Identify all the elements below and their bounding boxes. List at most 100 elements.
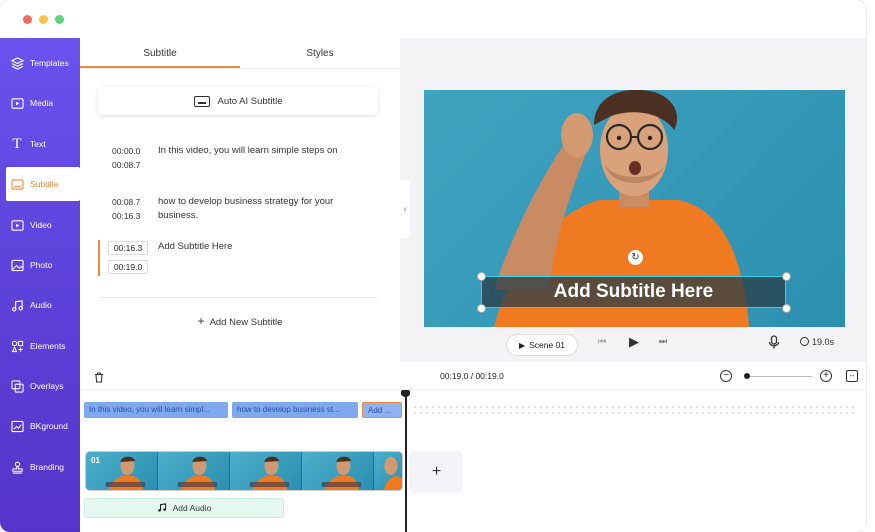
subtitle-clip-3-selected[interactable]: Add ... bbox=[362, 402, 402, 418]
resize-handle[interactable] bbox=[477, 304, 486, 313]
sidebar-item-overlays[interactable]: Overlays bbox=[0, 369, 80, 403]
plus-icon: + bbox=[431, 463, 442, 480]
clip-label: how to develop business st... bbox=[237, 405, 340, 414]
sidebar-item-media[interactable]: Media bbox=[0, 86, 80, 120]
chevron-left-icon: ‹ bbox=[403, 203, 407, 215]
sidebar-item-subtitle[interactable]: Subtitle bbox=[6, 167, 80, 201]
playback-controls: ▶ Scene 01 ⏮ ▶ ⏭ 19.0s bbox=[400, 330, 866, 362]
playhead-line[interactable] bbox=[405, 390, 407, 532]
subtitle-icon bbox=[193, 95, 210, 107]
active-row-indicator bbox=[98, 240, 100, 276]
subtitle-overlay-text: Add Subtitle Here bbox=[553, 281, 714, 302]
photo-icon bbox=[10, 258, 24, 272]
overlays-icon bbox=[10, 379, 24, 393]
music-note-icon bbox=[10, 298, 24, 312]
subtitle-clip-1[interactable]: In this video, you will learn simpl... bbox=[84, 402, 228, 418]
subtitle-end-time[interactable]: 00:19.0 bbox=[108, 260, 148, 274]
resize-handle[interactable] bbox=[782, 272, 791, 281]
music-note-icon bbox=[157, 502, 167, 515]
rotate-handle-icon[interactable]: ↻ bbox=[628, 250, 643, 265]
minimize-window-button[interactable] bbox=[39, 15, 48, 24]
text-icon: T bbox=[12, 135, 22, 152]
button-label: Auto AI Subtitle bbox=[217, 95, 283, 107]
app-window: Templates Media T Text Subtitle Video Ph… bbox=[0, 0, 866, 532]
elements-icon bbox=[10, 339, 24, 353]
play-icon[interactable]: ▶ bbox=[629, 334, 639, 350]
clock-icon bbox=[800, 337, 809, 346]
subtitle-start-time[interactable]: 00:00.0 bbox=[112, 144, 140, 158]
clip-label: Add ... bbox=[368, 406, 392, 415]
sidebar-item-text[interactable]: T Text bbox=[0, 127, 80, 161]
video-frame-thumbnail bbox=[373, 452, 402, 490]
zoom-slider-track[interactable] bbox=[748, 376, 812, 377]
tab-label: Styles bbox=[306, 47, 334, 59]
scene-number-badge: 01 bbox=[91, 456, 100, 465]
auto-ai-subtitle-button[interactable]: Auto AI Subtitle bbox=[98, 87, 378, 115]
duration-readout: 19.0s bbox=[800, 337, 834, 347]
button-label: Add Audio bbox=[172, 503, 212, 513]
skip-forward-icon[interactable]: ⏭ bbox=[659, 336, 667, 347]
sidebar-item-templates[interactable]: Templates bbox=[0, 46, 80, 80]
subtitle-start-time[interactable]: 00:08.7 bbox=[112, 195, 140, 209]
add-audio-button[interactable]: Add Audio bbox=[84, 498, 284, 518]
button-label: Add New Subtitle bbox=[209, 317, 283, 328]
divider bbox=[98, 297, 378, 298]
resize-handle[interactable] bbox=[477, 272, 486, 281]
close-window-button[interactable] bbox=[23, 15, 32, 24]
background-icon bbox=[10, 419, 24, 433]
collapse-panel-button[interactable]: ‹ bbox=[400, 180, 410, 238]
subtitle-text[interactable]: Add Subtitle Here bbox=[158, 240, 373, 254]
active-tab-indicator bbox=[80, 66, 240, 68]
timeline: 00:19.0 / 00:19.0 − + ↔ In this video, y… bbox=[80, 362, 866, 532]
sidebar-item-label: BKground bbox=[30, 421, 68, 431]
sidebar-item-bkground[interactable]: BKground bbox=[0, 409, 80, 443]
sidebar-item-audio[interactable]: Audio bbox=[0, 288, 80, 322]
trash-icon[interactable] bbox=[94, 370, 104, 388]
sidebar: Templates Media T Text Subtitle Video Ph… bbox=[0, 38, 80, 532]
subtitle-text[interactable]: In this video, you will learn simple ste… bbox=[158, 144, 373, 158]
tab-styles[interactable]: Styles bbox=[240, 38, 400, 68]
stamp-icon bbox=[10, 460, 24, 474]
sidebar-item-label: Video bbox=[30, 220, 52, 230]
zoom-slider-handle[interactable] bbox=[744, 373, 750, 379]
maximize-window-button[interactable] bbox=[55, 15, 64, 24]
scene-play-button[interactable]: ▶ Scene 01 bbox=[506, 334, 578, 356]
sidebar-item-branding[interactable]: Branding bbox=[0, 450, 80, 484]
zoom-in-icon[interactable]: + bbox=[820, 370, 832, 382]
plus-icon: + bbox=[197, 314, 205, 328]
sidebar-item-photo[interactable]: Photo bbox=[0, 248, 80, 282]
subtitle-clip-2[interactable]: how to develop business st... bbox=[232, 402, 358, 418]
video-preview[interactable]: ↻ Add Subtitle Here bbox=[424, 90, 845, 327]
subtitle-end-time[interactable]: 00:08.7 bbox=[112, 158, 140, 172]
skip-back-icon[interactable]: ⏮ bbox=[598, 336, 606, 347]
sidebar-item-label: Photo bbox=[30, 260, 53, 270]
add-scene-button[interactable]: + bbox=[410, 451, 463, 493]
add-new-subtitle-button[interactable]: + Add New Subtitle bbox=[80, 314, 400, 328]
subtitle-text[interactable]: how to develop business strategy for you… bbox=[158, 195, 373, 223]
subtitle-row-3-active[interactable]: 00:16.3 00:19.0 Add Subtitle Here bbox=[98, 240, 380, 276]
subtitle-row-2[interactable]: 00:08.7 00:16.3 how to develop business … bbox=[98, 195, 380, 231]
sidebar-item-video[interactable]: Video bbox=[0, 208, 80, 242]
zoom-out-icon[interactable]: − bbox=[720, 370, 732, 382]
microphone-icon[interactable] bbox=[768, 335, 780, 352]
sidebar-item-label: Elements bbox=[30, 341, 66, 351]
video-frame-thumbnail bbox=[229, 452, 302, 490]
sidebar-item-label: Templates bbox=[30, 58, 69, 68]
video-frame-thumbnail bbox=[301, 452, 374, 490]
title-bar bbox=[0, 0, 866, 38]
tab-divider bbox=[80, 68, 400, 69]
video-clip-strip[interactable]: 01 bbox=[85, 451, 403, 491]
subtitle-overlay[interactable]: Add Subtitle Here bbox=[481, 276, 786, 308]
subtitle-start-time[interactable]: 00:16.3 bbox=[108, 241, 148, 255]
subtitle-end-time[interactable]: 00:16.3 bbox=[112, 209, 140, 223]
play-icon: ▶ bbox=[518, 340, 526, 350]
video-icon bbox=[10, 218, 24, 232]
duration-text: 19.0s bbox=[812, 337, 835, 347]
subtitle-row-1[interactable]: 00:00.0 00:08.7 In this video, you will … bbox=[98, 144, 380, 180]
fit-to-width-icon[interactable]: ↔ bbox=[846, 370, 858, 382]
empty-track-area bbox=[412, 404, 856, 416]
sidebar-item-elements[interactable]: Elements bbox=[0, 329, 80, 363]
tab-label: Subtitle bbox=[143, 47, 177, 59]
tab-subtitle[interactable]: Subtitle bbox=[80, 38, 240, 68]
resize-handle[interactable] bbox=[782, 304, 791, 313]
